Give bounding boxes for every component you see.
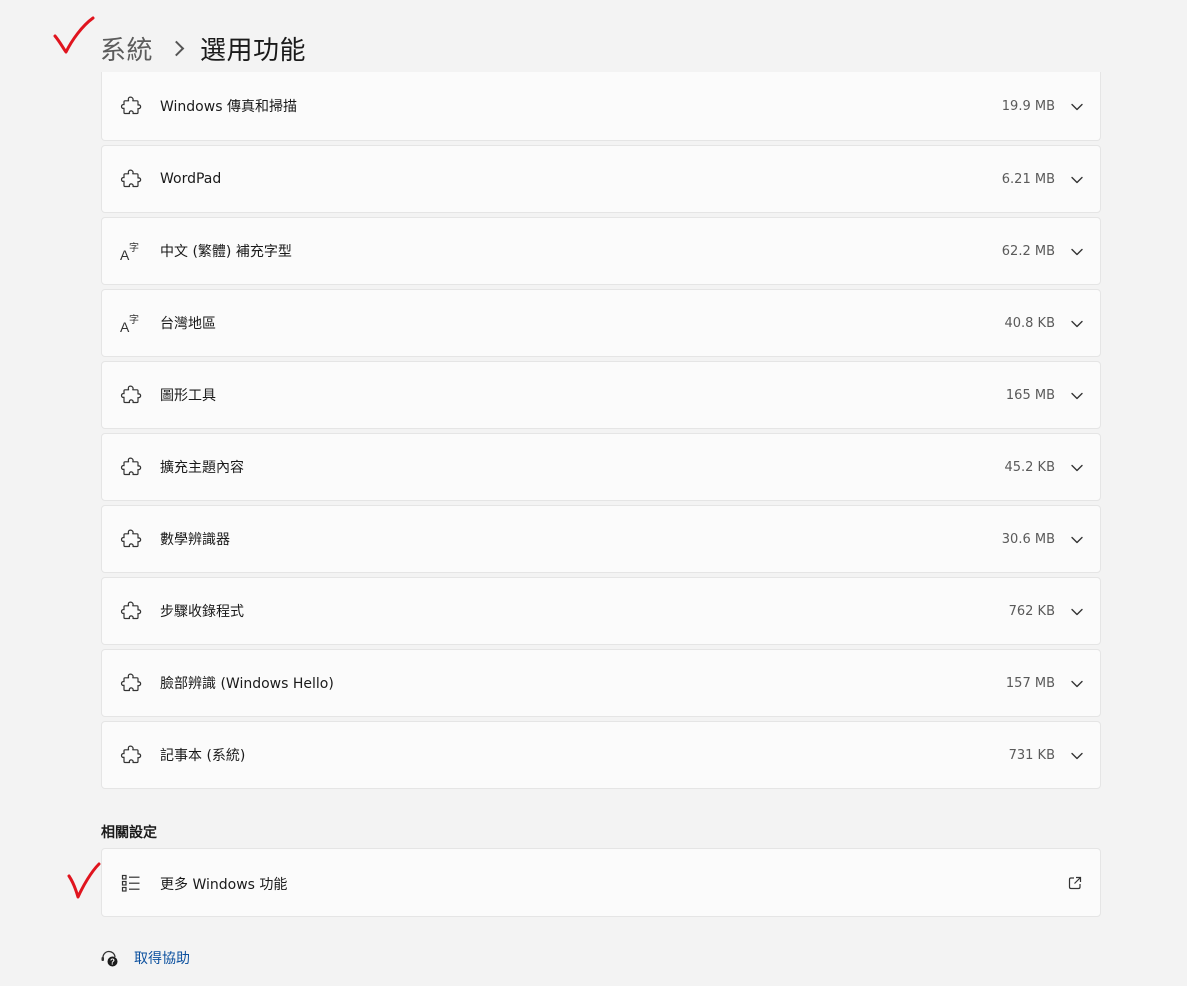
get-help-link[interactable]: 取得協助: [134, 948, 190, 968]
red-check-annotation-bottom: [67, 862, 101, 899]
page-title: 選用功能: [200, 35, 307, 66]
feature-name: 擴充主題內容: [160, 460, 244, 476]
chevron-down-icon[interactable]: [1070, 748, 1084, 762]
puzzle-icon: [119, 383, 143, 407]
puzzle-icon: [119, 671, 143, 695]
feature-size: 6.21 MB: [1001, 171, 1055, 187]
feature-name: 數學辨識器: [160, 532, 230, 548]
feature-row[interactable]: 數學辨識器 30.6 MB: [101, 505, 1101, 573]
chevron-down-icon[interactable]: [1070, 460, 1084, 474]
breadcrumb-parent-link[interactable]: 系統: [100, 30, 153, 67]
feature-row[interactable]: 擴充主題內容 45.2 KB: [101, 433, 1101, 501]
red-check-annotation-top: [53, 16, 95, 54]
chevron-down-icon[interactable]: [1070, 172, 1084, 186]
feature-row[interactable]: 記事本 (系統) 731 KB: [101, 721, 1101, 789]
feature-size: 731 KB: [1008, 747, 1055, 763]
feature-size: 165 MB: [1005, 387, 1055, 403]
help-icon: ?: [100, 948, 120, 968]
chevron-down-icon[interactable]: [1070, 532, 1084, 546]
chevron-down-icon[interactable]: [1070, 388, 1084, 402]
svg-text:?: ?: [110, 958, 115, 967]
feature-name: 臉部辨識 (Windows Hello): [160, 676, 334, 692]
feature-name: 台灣地區: [160, 316, 216, 332]
open-external-icon: [1068, 875, 1084, 891]
feature-row[interactable]: WordPad 6.21 MB: [101, 145, 1101, 213]
feature-size: 30.6 MB: [1001, 531, 1055, 547]
puzzle-icon: [119, 599, 143, 623]
more-windows-features-label: 更多 Windows 功能: [160, 877, 288, 893]
feature-size: 157 MB: [1005, 675, 1055, 691]
more-windows-features-link[interactable]: 更多 Windows 功能: [101, 848, 1101, 917]
installed-features-list: Windows 傳真和掃描 19.9 MB WordPad 6.21 MB A 字 中文 (…: [101, 72, 1101, 793]
feature-size: 40.8 KB: [1004, 315, 1055, 331]
feature-size: 45.2 KB: [1004, 459, 1055, 475]
chevron-down-icon[interactable]: [1070, 99, 1084, 113]
feature-row[interactable]: 圖形工具 165 MB: [101, 361, 1101, 429]
chevron-down-icon[interactable]: [1070, 604, 1084, 618]
chevron-right-icon: [168, 40, 185, 56]
chevron-down-icon[interactable]: [1070, 676, 1084, 690]
feature-name: 步驟收錄程式: [160, 604, 244, 620]
list-icon: [119, 871, 143, 895]
feature-row[interactable]: A 字 中文 (繁體) 補充字型 62.2 MB: [101, 217, 1101, 285]
feature-size: 62.2 MB: [1001, 243, 1055, 259]
font-language-icon: A字: [119, 239, 143, 263]
feature-row[interactable]: Windows 傳真和掃描 19.9 MB: [101, 72, 1101, 141]
feature-size: 762 KB: [1008, 603, 1055, 619]
puzzle-icon: [119, 743, 143, 767]
chevron-down-icon[interactable]: [1070, 316, 1084, 330]
feature-name: WordPad: [160, 171, 222, 187]
feature-row[interactable]: 臉部辨識 (Windows Hello) 157 MB: [101, 649, 1101, 717]
svg-text:字: 字: [129, 313, 139, 326]
breadcrumb: 系統 選用功能: [100, 28, 306, 68]
feature-name: 記事本 (系統): [160, 748, 246, 764]
related-settings-heading: 相關設定: [101, 825, 157, 841]
puzzle-icon: [119, 94, 143, 118]
svg-text:字: 字: [129, 241, 139, 254]
feature-row[interactable]: A 字 台灣地區 40.8 KB: [101, 289, 1101, 357]
feature-name: 中文 (繁體) 補充字型: [160, 244, 292, 260]
feature-size: 19.9 MB: [1001, 98, 1055, 114]
font-language-icon: A字: [119, 311, 143, 335]
get-help: ? 取得協助: [100, 948, 190, 968]
puzzle-icon: [119, 167, 143, 191]
feature-row[interactable]: 步驟收錄程式 762 KB: [101, 577, 1101, 645]
feature-name: Windows 傳真和掃描: [160, 99, 297, 115]
chevron-down-icon[interactable]: [1070, 244, 1084, 258]
puzzle-icon: [119, 455, 143, 479]
feature-name: 圖形工具: [160, 388, 216, 404]
puzzle-icon: [119, 527, 143, 551]
